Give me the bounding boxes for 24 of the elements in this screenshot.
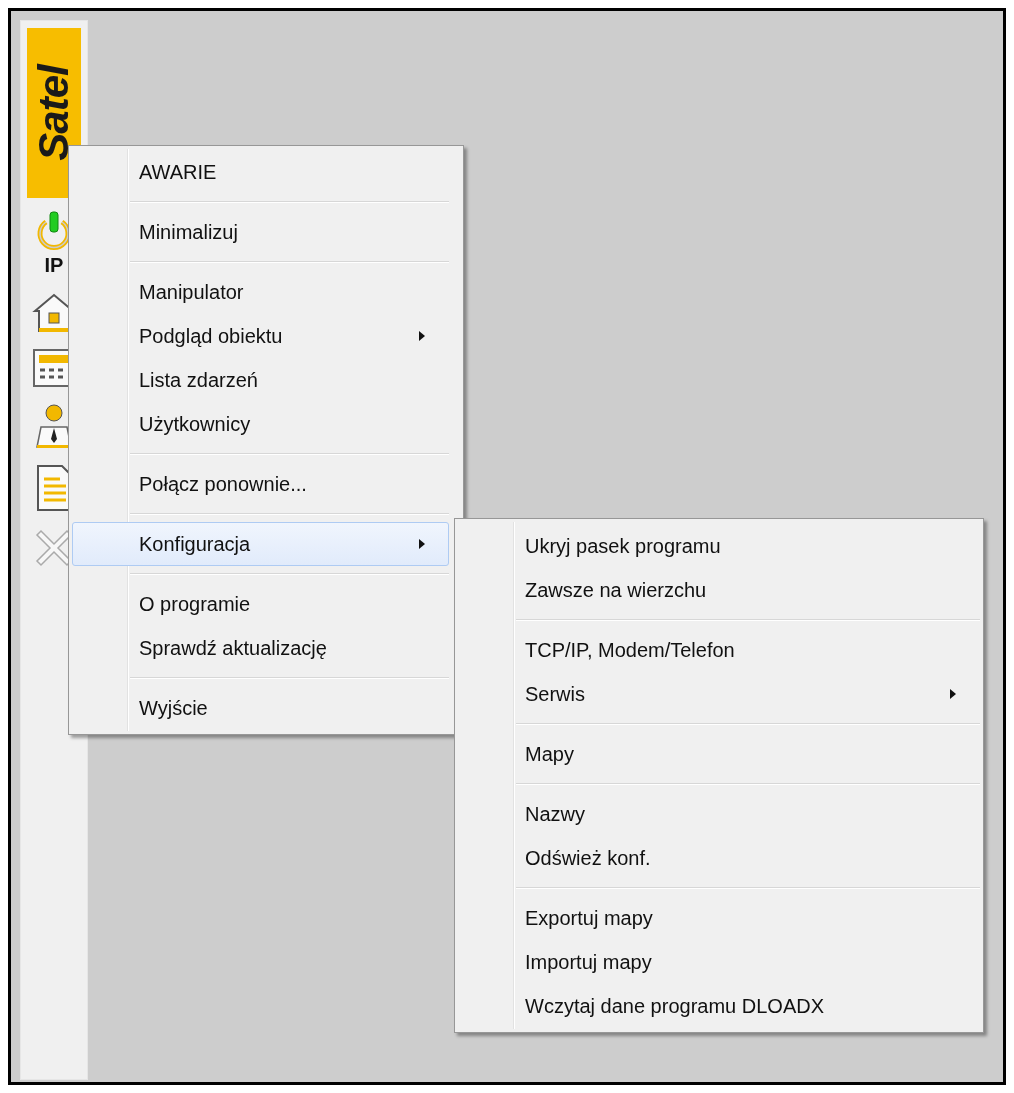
connection-label: IP (44, 254, 64, 277)
menu-item[interactable]: Sprawdź aktualizację (72, 626, 449, 670)
menu-item[interactable]: Lista zdarzeń (72, 358, 449, 402)
menu-item[interactable]: Importuj mapy (458, 940, 980, 984)
menu-item[interactable]: Podgląd obiektu (72, 314, 449, 358)
menu-item[interactable]: Exportuj mapy (458, 896, 980, 940)
menu-item[interactable]: Manipulator (72, 270, 449, 314)
submenu-arrow-icon (418, 330, 426, 342)
menu-item[interactable]: Połącz ponownie... (72, 462, 449, 506)
menu-item[interactable]: O programie (72, 582, 449, 626)
menu-item[interactable]: TCP/IP, Modem/Telefon (458, 628, 980, 672)
menu-item[interactable]: Wczytaj dane programu DLOADX (458, 984, 980, 1028)
menu-item[interactable]: Serwis (458, 672, 980, 716)
menu-item[interactable]: Odśwież konf. (458, 836, 980, 880)
menu-item[interactable]: Konfiguracja (72, 522, 449, 566)
menu-item[interactable]: Nazwy (458, 792, 980, 836)
menu-item[interactable]: Zawsze na wierzchu (458, 568, 980, 612)
menu-item[interactable]: Ukryj pasek programu (458, 524, 980, 568)
menu-item[interactable]: Użytkownicy (72, 402, 449, 446)
menu-item[interactable]: Minimalizuj (72, 210, 449, 254)
submenu-arrow-icon (949, 688, 957, 700)
menu-item[interactable]: Mapy (458, 732, 980, 776)
submenu-arrow-icon (418, 538, 426, 550)
menu-item[interactable]: Wyjście (72, 686, 449, 730)
